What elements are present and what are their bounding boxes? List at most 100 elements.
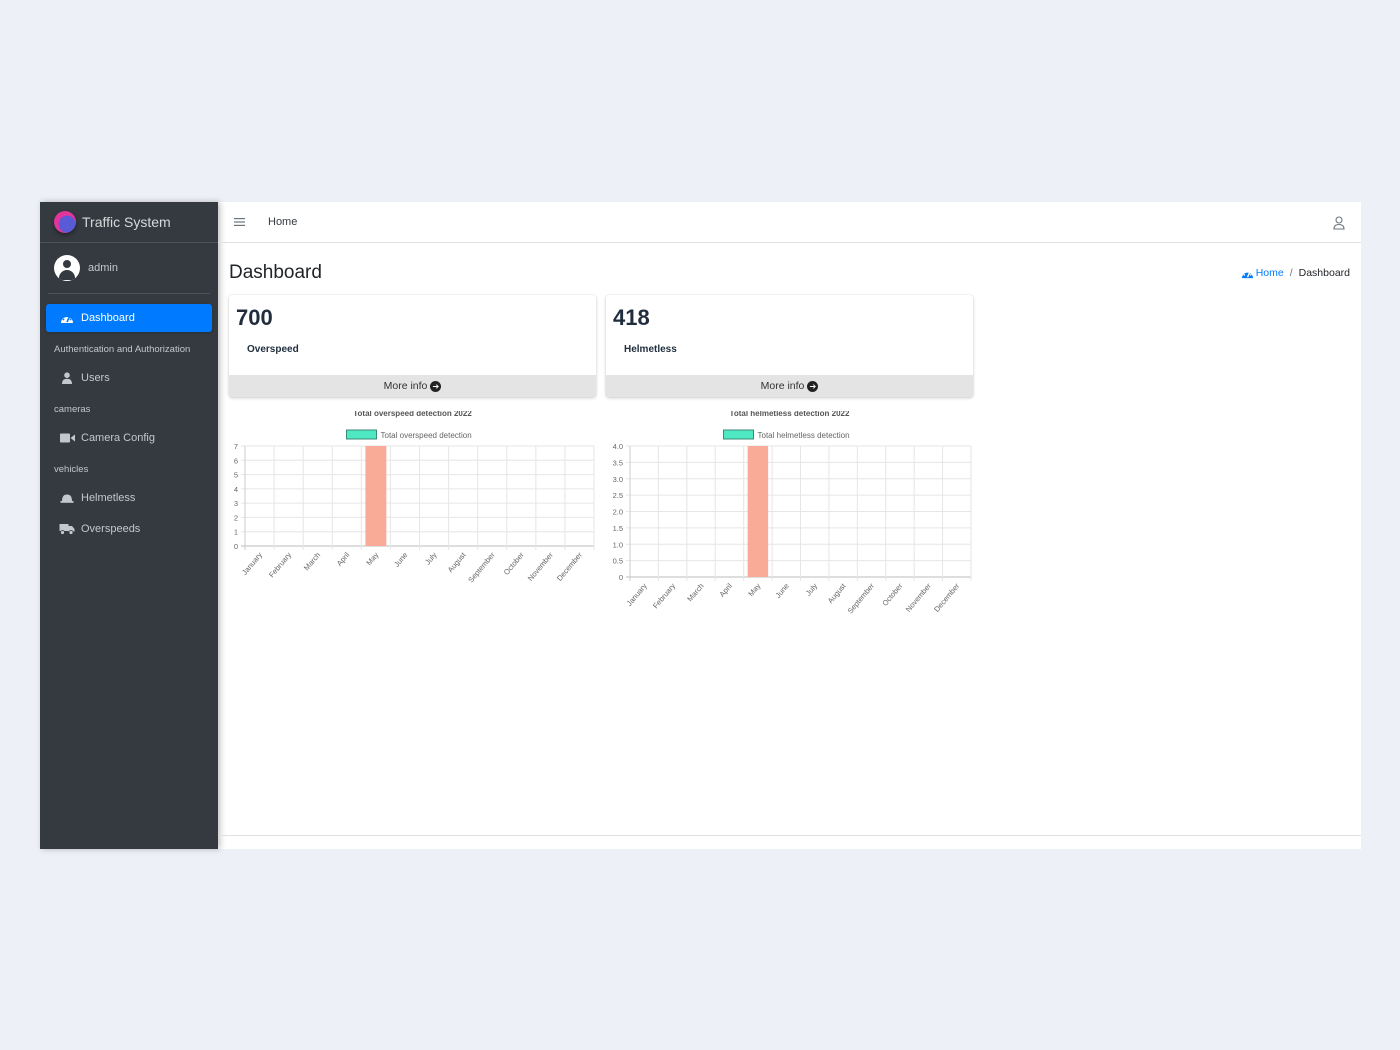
x-tick-label: March bbox=[685, 582, 705, 604]
y-tick-label: 3.0 bbox=[613, 475, 623, 484]
helmetless-count: 418 bbox=[613, 305, 650, 330]
sidebar-item-dashboard[interactable]: Dashboard bbox=[46, 304, 212, 332]
sidebar-item-overspeeds[interactable]: Overspeeds bbox=[46, 515, 212, 543]
legend-label: Total helmetless detection bbox=[758, 431, 850, 440]
y-tick-label: 1.5 bbox=[613, 524, 623, 533]
y-tick-label: 2.0 bbox=[613, 508, 623, 517]
y-tick-label: 4 bbox=[234, 485, 238, 494]
video-camera-icon bbox=[59, 432, 75, 444]
overspeed-card: 700 Overspeed More info ➔ bbox=[229, 295, 596, 397]
breadcrumb-home-label: Home bbox=[1255, 267, 1284, 279]
breadcrumb-home[interactable]: Home bbox=[1241, 267, 1284, 279]
sidebar-item-helmetless[interactable]: Helmetless bbox=[46, 484, 212, 512]
x-tick-label: October bbox=[502, 550, 526, 577]
app-window: Traffic System admin Dashboard Authentic… bbox=[40, 202, 1361, 849]
sidebar: Traffic System admin Dashboard Authentic… bbox=[40, 202, 218, 849]
x-tick-label: July bbox=[804, 581, 820, 597]
breadcrumb: Home / Dashboard bbox=[1241, 267, 1350, 279]
brand-link[interactable]: Traffic System bbox=[40, 202, 218, 243]
x-tick-label: June bbox=[392, 551, 409, 569]
user-panel[interactable]: admin bbox=[48, 243, 210, 294]
x-tick-label: November bbox=[904, 581, 933, 614]
helmetless-card: 418 Helmetless More info ➔ bbox=[606, 295, 973, 397]
sidebar-item-label: Camera Config bbox=[81, 432, 155, 444]
chart-legend: Total overspeed detection bbox=[346, 429, 472, 440]
overspeed-chart: Total overspeed detection 2022 Total over… bbox=[234, 409, 595, 584]
sidebar-header-cameras: cameras bbox=[54, 404, 91, 415]
x-tick-label: January bbox=[240, 550, 264, 576]
breadcrumb-current: Dashboard bbox=[1298, 267, 1350, 279]
x-tick-label: February bbox=[267, 550, 293, 579]
user-name: admin bbox=[88, 262, 118, 274]
main-area: Home Dashboard Home / Dashboard 700 Over… bbox=[218, 202, 1361, 849]
y-tick-label: 3 bbox=[234, 499, 238, 508]
overspeed-chart-container: Total overspeed detection 2022 Total over… bbox=[229, 409, 596, 641]
helmet-icon bbox=[59, 492, 75, 504]
y-tick-label: 1.0 bbox=[613, 540, 623, 549]
overspeed-label: Overspeed bbox=[247, 344, 299, 355]
sidebar-item-camera-config[interactable]: Camera Config bbox=[46, 424, 212, 452]
more-info-label: More info bbox=[383, 380, 428, 392]
truck-icon bbox=[59, 523, 75, 535]
avatar-icon bbox=[54, 255, 80, 281]
x-tick-label: February bbox=[651, 581, 677, 610]
helmetless-column: 418 Helmetless More info ➔ Total helmetl… bbox=[606, 295, 973, 641]
user-icon bbox=[59, 372, 75, 384]
tachometer-icon bbox=[1241, 268, 1254, 279]
sidebar-item-label: Overspeeds bbox=[81, 523, 141, 535]
more-info-label: More info bbox=[760, 380, 805, 392]
content-header: Dashboard Home / Dashboard bbox=[218, 243, 1361, 293]
arrow-circle-right-icon: ➔ bbox=[807, 380, 819, 392]
x-tick-label: August bbox=[826, 581, 848, 605]
helmetless-more-info-link[interactable]: More info ➔ bbox=[606, 375, 973, 397]
user-outline-icon[interactable] bbox=[1333, 216, 1345, 230]
nav-home-link[interactable]: Home bbox=[268, 216, 297, 228]
tachometer-icon bbox=[59, 312, 75, 324]
y-tick-label: 2.5 bbox=[613, 491, 623, 500]
chart-title: Total helmetless detection 2022 bbox=[730, 411, 850, 418]
x-tick-label: August bbox=[446, 550, 468, 574]
sidebar-item-users[interactable]: Users bbox=[46, 364, 212, 392]
y-tick-label: 6 bbox=[234, 456, 238, 465]
x-tick-label: April bbox=[717, 581, 734, 599]
legend-label: Total overspeed detection bbox=[381, 431, 472, 440]
y-tick-label: 1 bbox=[234, 528, 238, 537]
brand-name: Traffic System bbox=[82, 214, 171, 230]
overspeed-more-info-link[interactable]: More info ➔ bbox=[229, 375, 596, 397]
y-tick-label: 3.5 bbox=[613, 458, 623, 467]
chart-title: Total overspeed detection 2022 bbox=[353, 411, 472, 418]
helmetless-chart: Total helmetless detection 2022 Total hel… bbox=[613, 409, 972, 615]
x-tick-label: June bbox=[773, 582, 790, 600]
x-tick-label: May bbox=[746, 581, 762, 598]
y-tick-label: 0 bbox=[234, 542, 238, 551]
x-tick-label: November bbox=[526, 550, 555, 583]
bar-may bbox=[365, 446, 387, 546]
y-tick-label: 7 bbox=[234, 442, 238, 451]
x-tick-label: March bbox=[302, 551, 322, 573]
x-tick-label: January bbox=[625, 581, 649, 607]
top-navbar: Home bbox=[218, 202, 1361, 243]
chart-legend: Total helmetless detection bbox=[723, 429, 850, 440]
sidebar-item-label: Users bbox=[81, 372, 110, 384]
hamburger-icon[interactable] bbox=[234, 214, 246, 230]
brand-logo-icon bbox=[54, 211, 76, 233]
x-tick-label: September bbox=[466, 550, 497, 584]
y-tick-label: 0 bbox=[619, 573, 623, 582]
sidebar-item-label: Helmetless bbox=[81, 492, 136, 504]
page-title: Dashboard bbox=[229, 262, 322, 283]
helmetless-chart-container: Total helmetless detection 2022 Total hel… bbox=[606, 409, 973, 641]
x-tick-label: May bbox=[364, 550, 380, 567]
helmetless-label: Helmetless bbox=[624, 344, 677, 355]
arrow-circle-right-icon: ➔ bbox=[430, 380, 442, 392]
x-tick-label: April bbox=[335, 550, 352, 568]
y-tick-label: 2 bbox=[234, 513, 238, 522]
bar-may bbox=[747, 446, 769, 577]
x-tick-label: December bbox=[932, 581, 961, 614]
x-tick-label: July bbox=[423, 550, 439, 566]
y-tick-label: 4.0 bbox=[613, 442, 623, 451]
breadcrumb-separator: / bbox=[1289, 267, 1293, 279]
sidebar-header-auth: Authentication and Authorization bbox=[54, 344, 191, 355]
sidebar-item-label: Dashboard bbox=[81, 312, 135, 324]
legend-swatch bbox=[723, 429, 754, 440]
footer-divider bbox=[218, 835, 1361, 836]
